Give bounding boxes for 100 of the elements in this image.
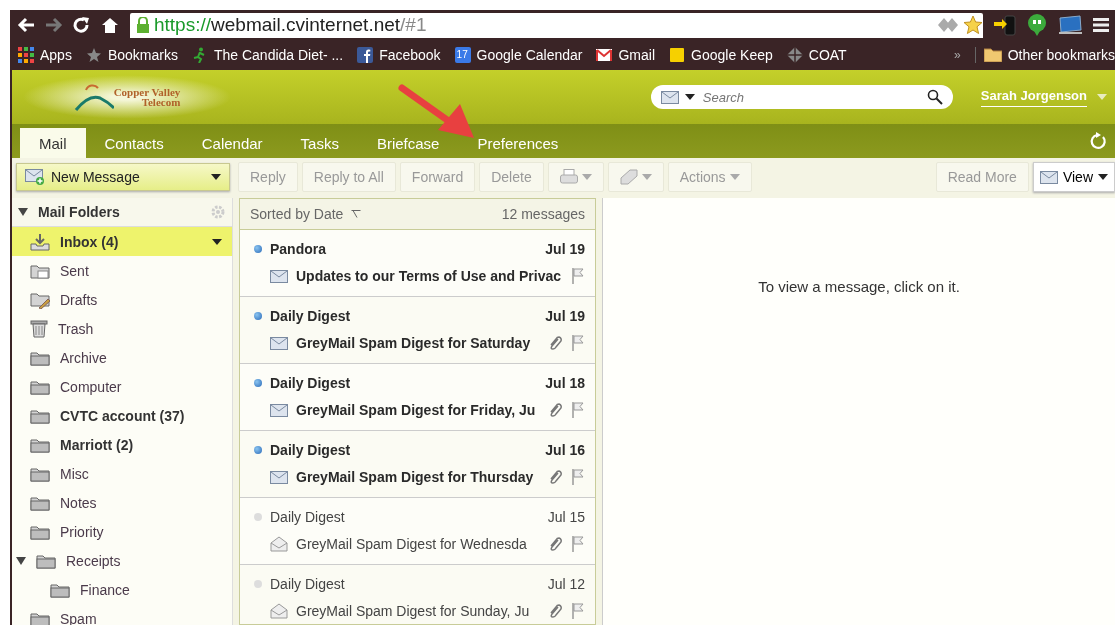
folder-icon: [36, 552, 56, 569]
unread-dot: [254, 312, 262, 320]
bookmark[interactable]: Google Keep: [669, 47, 773, 63]
unread-dot: [254, 245, 262, 253]
folder-item[interactable]: Notes: [12, 488, 232, 517]
flag-icon: [571, 267, 585, 285]
read-dot: [254, 513, 262, 521]
unread-dot: [254, 379, 262, 387]
bookmark[interactable]: Facebook: [357, 47, 441, 63]
folder-item[interactable]: Computer: [12, 372, 232, 401]
caret-icon: [581, 174, 592, 180]
folder-icon: [30, 407, 50, 424]
new-message-button[interactable]: New Message: [16, 163, 230, 191]
flag-icon: [571, 334, 585, 352]
folder-item[interactable]: Sent: [12, 256, 232, 285]
flag-icon: [571, 468, 585, 486]
message-item[interactable]: Daily Digest Jul 18 GreyMail Spam Digest for Friday, Ju: [240, 364, 595, 431]
sort-label[interactable]: Sorted by Date: [250, 206, 344, 222]
read-dot: [254, 580, 262, 588]
bookmark[interactable]: Gmail: [596, 47, 656, 63]
search-icon[interactable]: [926, 89, 943, 105]
envelope-icon: [270, 336, 288, 350]
star-icon: [85, 47, 102, 63]
bookmark[interactable]: COAT: [786, 47, 847, 63]
bookmark[interactable]: Other bookmarks: [974, 47, 1115, 63]
download-tray-icon: [30, 232, 50, 251]
folder-item[interactable]: Misc: [12, 459, 232, 488]
panel-title: Mail Folders: [38, 204, 121, 220]
folder-item[interactable]: Receipts: [12, 546, 232, 575]
reload-icon[interactable]: [72, 16, 92, 34]
chat-bubble-icon[interactable]: [1027, 14, 1047, 36]
flag-icon: [571, 602, 585, 620]
menu-icon[interactable]: [1093, 17, 1109, 33]
refresh-icon[interactable]: [1089, 132, 1107, 150]
message-item[interactable]: Pandora Jul 19 Updates to our Terms of Use and Privac: [240, 230, 595, 297]
bookmark[interactable]: The Candida Diet- ...: [191, 47, 344, 63]
caret-icon: [684, 94, 695, 100]
folder-item[interactable]: Priority: [12, 517, 232, 546]
folder-item[interactable]: Marriott (2): [12, 430, 232, 459]
flag-icon: [571, 401, 585, 419]
facebook-icon: [357, 47, 374, 63]
envelope-icon: [660, 90, 679, 104]
unread-dot: [254, 446, 262, 454]
home-icon[interactable]: [100, 16, 120, 34]
bookmark[interactable]: 17 Google Calendar: [454, 47, 583, 63]
folder-icon: [30, 523, 50, 540]
envelope-icon: [270, 470, 288, 484]
note-icon: [669, 47, 686, 63]
folder-icon: [30, 465, 50, 482]
flag-icon: [571, 535, 585, 553]
gmail-icon: [596, 47, 613, 63]
caret-icon: [641, 174, 652, 180]
folder-icon: [30, 494, 50, 511]
star-icon[interactable]: [963, 15, 983, 35]
back-icon[interactable]: [16, 16, 36, 34]
message-count: 12 messages: [501, 206, 585, 222]
envelope-icon: [270, 269, 288, 283]
reading-pane-hint: To view a message, click on it.: [758, 278, 960, 297]
message-item[interactable]: Daily Digest Jul 15 GreyMail Spam Digest for Wednesda: [240, 498, 595, 565]
folder-item[interactable]: Finance: [12, 575, 232, 604]
tab[interactable]: Mail: [20, 128, 86, 158]
bookmark[interactable]: Apps: [18, 47, 72, 63]
open-envelope-icon: [270, 603, 288, 619]
bookmark[interactable]: Bookmarks: [85, 47, 178, 63]
phone-icon[interactable]: [993, 14, 1017, 36]
folder-icon: [983, 48, 1002, 62]
folder-icon: [30, 436, 50, 453]
folder-item[interactable]: Trash: [12, 314, 232, 343]
address-bar[interactable]: https://webmail.cvinternet.net/#1: [130, 12, 983, 38]
folder-item[interactable]: Inbox (4): [12, 227, 232, 256]
caret-icon: [211, 174, 221, 180]
apps-grid-icon: [18, 47, 34, 63]
folder-icon: [30, 378, 50, 395]
folder-pencil-icon: [30, 290, 50, 309]
sort-icon[interactable]: [351, 210, 362, 218]
more-bookmarks-button[interactable]: »: [953, 48, 961, 62]
view-button[interactable]: View: [1032, 162, 1115, 192]
logo[interactable]: Copper Valley Telecom: [22, 75, 232, 119]
crosshair-icon: [786, 47, 803, 63]
message-item[interactable]: Daily Digest Jul 12 GreyMail Spam Digest for Sunday, Ju: [240, 565, 595, 624]
laptop-icon[interactable]: [1057, 15, 1083, 35]
folder-item[interactable]: Archive: [12, 343, 232, 372]
expander-icon[interactable]: [16, 556, 26, 565]
lock-icon: [136, 17, 150, 33]
caret-icon: [729, 174, 740, 180]
search-field[interactable]: Search: [650, 85, 953, 109]
open-envelope-icon: [270, 536, 288, 552]
tag-icon: [619, 169, 638, 185]
collapse-icon[interactable]: [18, 208, 28, 216]
forward-icon[interactable]: [44, 16, 64, 34]
printer-icon: [559, 169, 578, 185]
caret-icon: [1098, 174, 1108, 180]
folder-item[interactable]: CVTC account (37): [12, 401, 232, 430]
envelope-icon: [270, 403, 288, 417]
new-envelope-icon: [25, 169, 45, 185]
folder-item[interactable]: Drafts: [12, 285, 232, 314]
search-input[interactable]: Search: [700, 88, 921, 106]
trash-icon: [30, 319, 48, 338]
folder-icon: [50, 581, 70, 598]
envelope-icon: [1039, 170, 1058, 184]
